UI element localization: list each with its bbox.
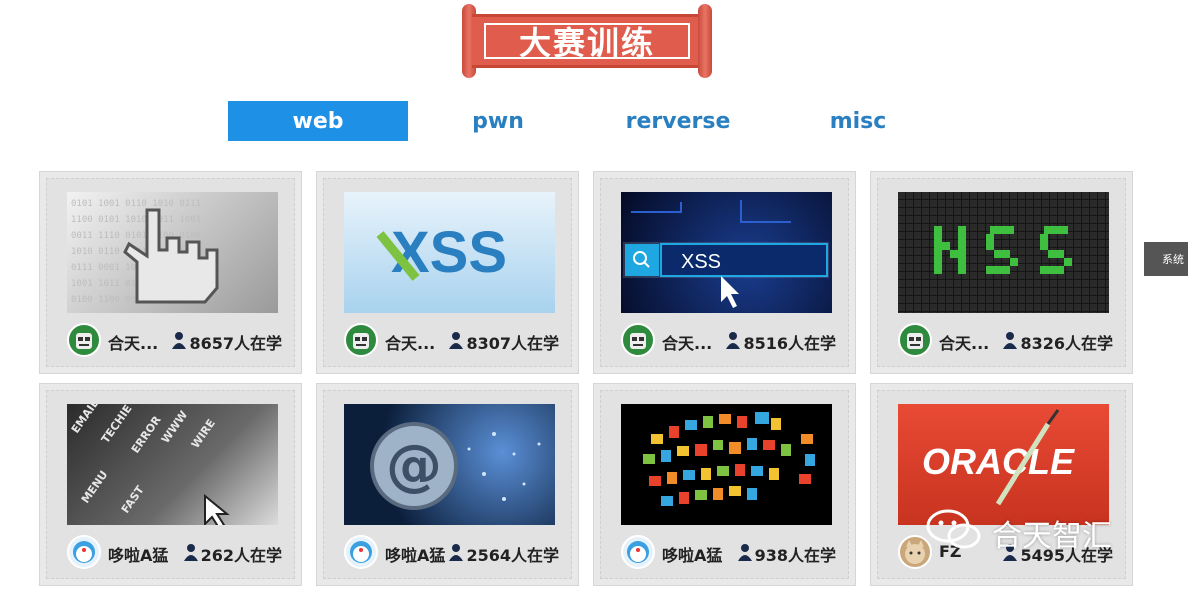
svg-text:TECHIE: TECHIE [99,404,135,446]
learner-count: 8657人在学 [171,330,282,354]
course-card[interactable]: XSS 合天... 8516人在学 [593,171,856,374]
doraemon-avatar-icon [73,541,95,563]
svg-text:EMAIL: EMAIL [69,404,101,436]
author-avatar[interactable] [67,535,101,569]
author-name[interactable]: 哆啦A猛 [385,542,445,566]
learner-count-text: 8516人在学 [743,334,836,353]
course-thumbnail[interactable]: ORACLE [898,404,1109,525]
oracle-logo-icon: ORACLE [922,409,1075,506]
xss-logo-icon: XSS [376,220,507,285]
course-card[interactable]: 哆啦A猛 938人在学 [593,383,856,586]
author-name[interactable]: 合天... [939,330,989,354]
learner-count-text: 262人在学 [200,546,282,565]
course-thumbnail[interactable] [621,404,832,525]
author-avatar[interactable] [344,535,378,569]
search-bar-text: XSS [681,251,721,273]
course-thumbnail[interactable]: 0101 1001 0110 1010 0111 1100 0101 1010 0… [67,192,278,313]
course-card[interactable]: 合天... 8326人在学 [870,171,1133,374]
person-icon [725,331,741,353]
hand-cursor-icon: 0101 1001 0110 1010 0111 1100 0101 1010 0… [71,199,219,305]
course-card[interactable]: EMAIL TECHIE ERROR WWW WIRE MENU FAST 哆啦… [39,383,302,586]
doraemon-avatar-icon [350,541,372,563]
tab-web[interactable]: web [228,101,408,141]
section-banner: 大赛训练 [462,4,712,78]
person-icon [1002,331,1018,353]
learner-count: 8307人在学 [448,330,559,354]
robot-avatar-icon [76,333,92,349]
learner-count: 8326人在学 [1002,330,1113,354]
person-icon [171,331,187,353]
course-card[interactable]: XSS 合天... 8307人在学 [316,171,579,374]
section-title: 大赛训练 [518,24,655,62]
at-sign-icon: @ [370,422,541,510]
pixel-xss-icon [898,192,1109,313]
tab-rerverse[interactable]: rerverse [588,101,768,141]
svg-text:0011 1110 0101 1100 0100: 0011 1110 0101 1100 0100 [71,231,201,241]
svg-text:@: @ [386,433,442,498]
course-thumbnail[interactable]: XSS [621,192,832,313]
learner-count: 8516人在学 [725,330,836,354]
robot-avatar-icon [630,333,646,349]
svg-text:WWW: WWW [159,408,191,445]
person-icon [737,543,753,565]
learner-count-text: 8307人在学 [466,334,559,353]
svg-text:ERROR: ERROR [129,413,164,456]
words-cursor-icon: EMAIL TECHIE ERROR WWW WIRE MENU FAST [69,404,230,525]
svg-text:0101 1001 0110 1010 0111: 0101 1001 0110 1010 0111 [71,199,201,209]
scroll-right-roll [698,4,712,78]
author-avatar[interactable] [67,323,101,357]
course-card[interactable]: @ 哆啦A猛 2564人在学 [316,383,579,586]
course-thumbnail[interactable] [898,192,1109,313]
person-icon [448,543,464,565]
learner-count: 938人在学 [737,542,836,566]
category-tabs: web pwn rerverse misc [228,101,948,141]
learner-count-text: 8657人在学 [189,334,282,353]
side-system-tab[interactable]: 系统 [1144,242,1188,276]
author-name[interactable]: 哆啦A猛 [108,542,168,566]
watermark-text: 合天智汇 [992,519,1112,554]
course-thumbnail[interactable]: XSS [344,192,555,313]
author-name[interactable]: 合天... [108,330,158,354]
author-avatar[interactable] [621,535,655,569]
icon-cloud-icon [643,412,815,506]
oracle-logo-text: ORACLE [922,441,1075,482]
course-card[interactable]: 0101 1001 0110 1010 0111 1100 0101 1010 0… [39,171,302,374]
learner-count: 2564人在学 [448,542,559,566]
learner-count: 262人在学 [183,542,282,566]
tab-misc[interactable]: misc [768,101,948,141]
author-avatar[interactable] [621,323,655,357]
learner-count-text: 2564人在学 [466,546,559,565]
tab-pwn[interactable]: pwn [408,101,588,141]
wechat-icon [926,508,982,558]
doraemon-avatar-icon [627,541,649,563]
svg-text:MENU: MENU [79,468,111,505]
author-avatar[interactable] [344,323,378,357]
robot-avatar-icon [353,333,369,349]
author-name[interactable]: 哆啦A猛 [662,542,722,566]
svg-text:FAST: FAST [119,483,147,516]
person-icon [448,331,464,353]
svg-text:1100 0101 1010 0011 1001: 1100 0101 1010 0011 1001 [71,215,201,225]
watermark: 合天智汇 [926,508,1112,558]
person-icon [183,543,199,565]
svg-text:WIRE: WIRE [189,417,218,451]
learner-count-text: 938人在学 [754,546,836,565]
author-name[interactable]: 合天... [385,330,435,354]
learner-count-text: 8326人在学 [1020,334,1113,353]
robot-avatar-icon [907,333,923,349]
search-bar-icon: XSS [623,200,829,308]
course-thumbnail[interactable]: @ [344,404,555,525]
author-name[interactable]: 合天... [662,330,712,354]
course-thumbnail[interactable]: EMAIL TECHIE ERROR WWW WIRE MENU FAST [67,404,278,525]
author-avatar[interactable] [898,323,932,357]
banner-body: 大赛训练 [472,14,702,68]
